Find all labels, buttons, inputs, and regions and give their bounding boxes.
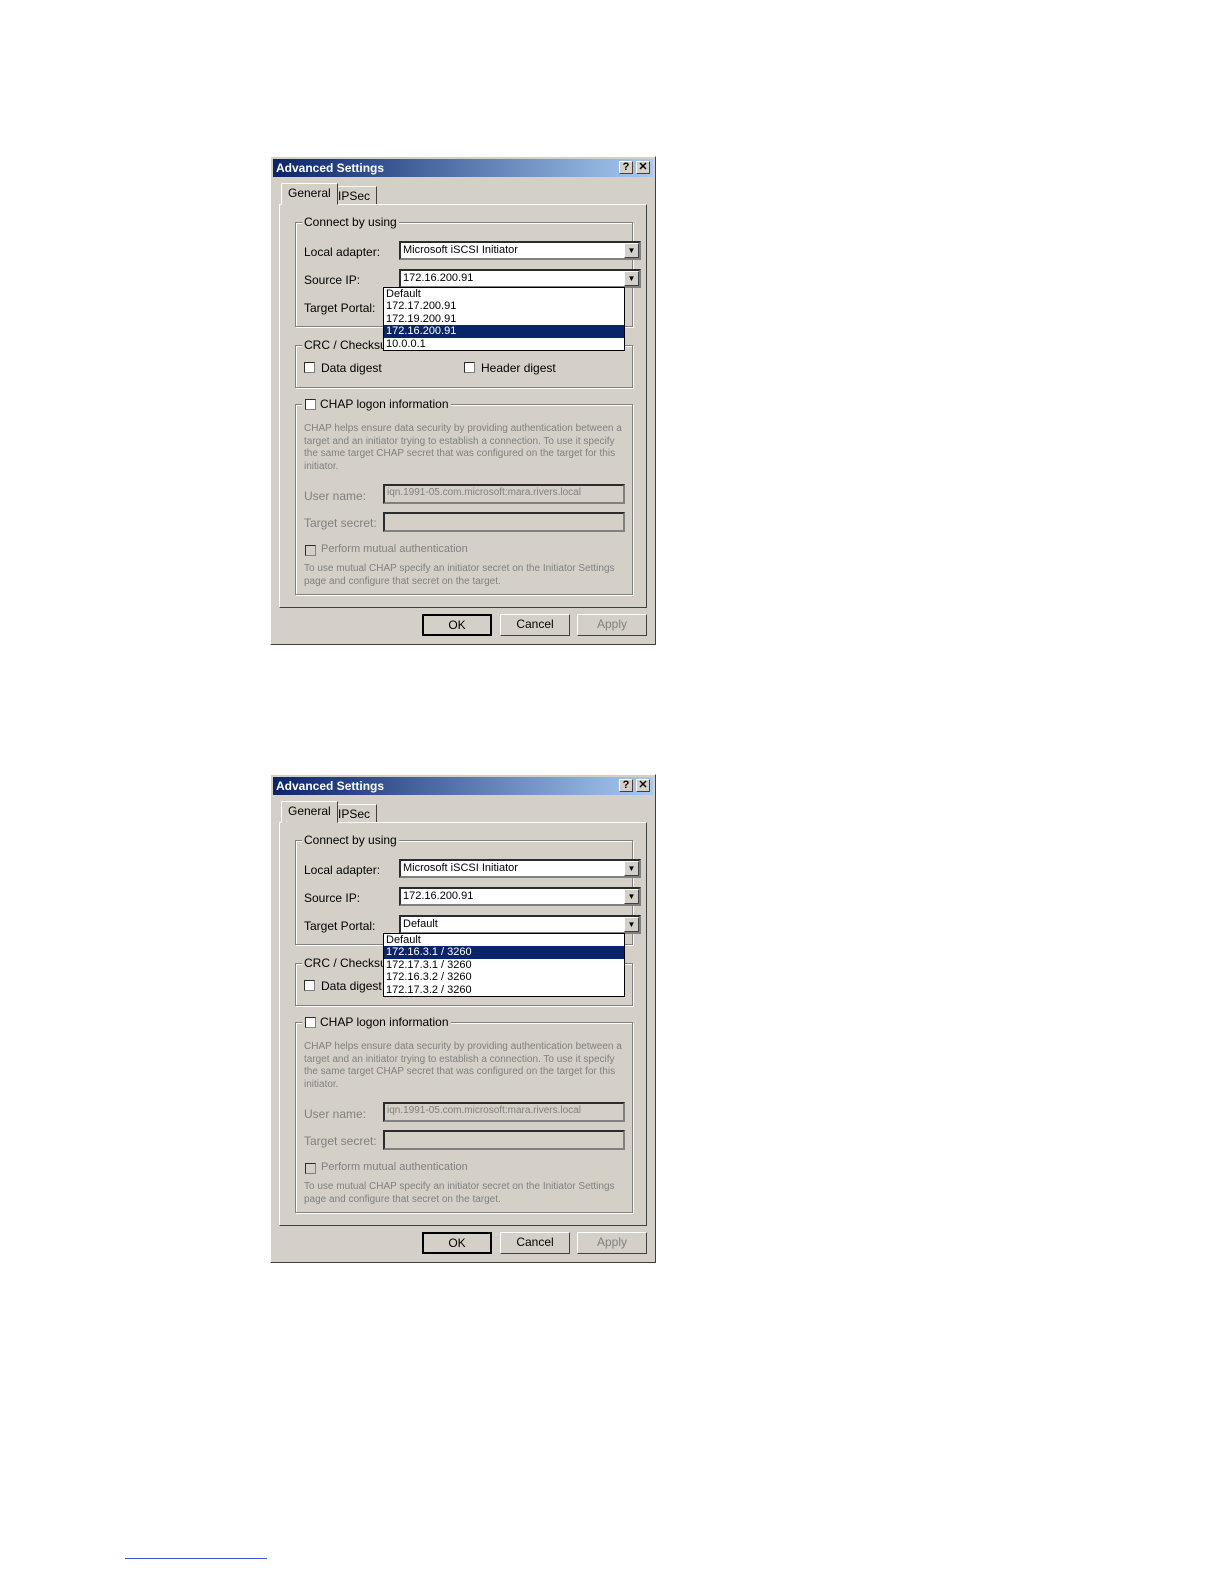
local-adapter-value: Microsoft iSCSI Initiator [403,244,518,256]
mutual-chap-description: To use mutual CHAP specify an initiator … [304,1181,615,1205]
help-button[interactable]: ? [619,161,633,174]
connect-legend: Connect by using [302,215,399,229]
list-item-selected[interactable]: 172.16.200.91 [384,325,624,338]
source-ip-value: 172.16.200.91 [403,272,474,284]
mutual-auth-label: Perform mutual authentication [321,1161,468,1173]
user-name-label: User name: [304,489,367,503]
target-secret-label: Target secret: [304,516,377,530]
help-button[interactable]: ? [619,779,633,792]
list-item[interactable]: 172.19.200.91 [384,313,624,325]
data-digest-label: Data digest [321,361,382,375]
tab-general[interactable]: General [281,801,338,823]
tab-general[interactable]: General [281,183,338,205]
tab-ipsec[interactable]: IPSec [331,186,378,205]
source-ip-label: Source IP: [304,273,361,287]
title-bar: Advanced Settings ? ✕ [273,777,653,795]
local-adapter-select[interactable]: Microsoft iSCSI Initiator ▼ [399,241,641,260]
mutual-chap-description: To use mutual CHAP specify an initiator … [304,563,615,587]
chap-description: CHAP helps ensure data security by provi… [304,423,622,472]
chevron-down-icon[interactable]: ▼ [624,917,639,932]
advanced-settings-dialog-target-portal: Advanced Settings ? ✕ General IPSec Conn… [270,774,656,1263]
chap-legend: CHAP logon information [302,397,451,411]
target-portal-label: Target Portal: [304,919,376,933]
advanced-settings-dialog-source-ip: Advanced Settings ? ✕ General IPSec Conn… [270,156,656,645]
tab-ipsec[interactable]: IPSec [331,804,378,823]
list-item[interactable]: Default [384,288,624,300]
connect-legend: Connect by using [302,833,399,847]
list-item[interactable]: 172.17.200.91 [384,300,624,312]
data-digest-checkbox[interactable] [304,362,315,373]
user-name-field[interactable]: iqn.1991-05.com.microsoft:mara.rivers.lo… [383,484,625,504]
target-portal-value: Default [403,918,438,930]
crc-checksum-group: CRC / Checksum Data digest Header digest [295,338,633,388]
chap-logon-checkbox[interactable] [305,399,316,410]
cancel-button[interactable]: Cancel [500,614,570,636]
header-digest-checkbox[interactable] [464,362,475,373]
connect-by-using-group: Connect by using Local adapter: Microsof… [295,833,641,945]
user-name-label: User name: [304,1107,367,1121]
target-secret-field[interactable] [383,512,625,532]
chap-logon-checkbox[interactable] [305,1017,316,1028]
ok-button[interactable]: OK [422,1232,492,1254]
data-digest-checkbox[interactable] [304,980,315,991]
user-name-field[interactable]: iqn.1991-05.com.microsoft:mara.rivers.lo… [383,1102,625,1122]
cancel-button[interactable]: Cancel [500,1232,570,1254]
list-item[interactable]: Default [384,934,624,946]
general-tab-panel: Connect by using Local adapter: Microsof… [279,822,647,1226]
local-adapter-label: Local adapter: [304,245,381,259]
list-item[interactable]: 172.17.3.2 / 3260 [384,984,624,996]
target-secret-label: Target secret: [304,1134,377,1148]
list-item[interactable]: 172.16.3.2 / 3260 [384,971,624,983]
chap-group: CHAP logon information CHAP helps ensure… [295,1015,633,1213]
chevron-down-icon[interactable]: ▼ [624,271,639,286]
source-ip-select[interactable]: 172.16.200.91 ▼ [399,887,641,906]
data-digest-label: Data digest [321,979,382,993]
target-portal-dropdown-list[interactable]: Default 172.16.3.1 / 3260 172.17.3.1 / 3… [383,933,625,997]
footnote-divider [125,1558,267,1559]
local-adapter-value: Microsoft iSCSI Initiator [403,862,518,874]
general-tab-panel: Connect by using Local adapter: Microsof… [279,204,647,608]
mutual-auth-checkbox[interactable] [305,1163,316,1174]
list-item[interactable]: 172.17.3.1 / 3260 [384,959,624,971]
chevron-down-icon[interactable]: ▼ [624,861,639,876]
target-secret-field[interactable] [383,1130,625,1150]
header-digest-label: Header digest [481,361,556,375]
local-adapter-label: Local adapter: [304,863,381,877]
dialog-title: Advanced Settings [276,779,385,793]
source-ip-dropdown-list[interactable]: Default 172.17.200.91 172.19.200.91 172.… [383,287,625,351]
source-ip-label: Source IP: [304,891,361,905]
ok-button[interactable]: OK [422,614,492,636]
list-item-selected[interactable]: 172.16.3.1 / 3260 [384,946,624,959]
apply-button[interactable]: Apply [577,1232,647,1254]
chevron-down-icon[interactable]: ▼ [624,243,639,258]
dialog-title: Advanced Settings [276,161,385,175]
list-item[interactable]: 10.0.0.1 [384,338,624,350]
chap-description: CHAP helps ensure data security by provi… [304,1041,622,1090]
target-portal-label: Target Portal: [304,301,376,315]
close-button[interactable]: ✕ [636,779,650,792]
chap-legend: CHAP logon information [302,1015,451,1029]
local-adapter-select[interactable]: Microsoft iSCSI Initiator ▼ [399,859,641,878]
source-ip-select[interactable]: 172.16.200.91 ▼ [399,269,641,288]
source-ip-value: 172.16.200.91 [403,890,474,902]
mutual-auth-label: Perform mutual authentication [321,543,468,555]
apply-button[interactable]: Apply [577,614,647,636]
title-bar: Advanced Settings ? ✕ [273,159,653,177]
chap-group: CHAP logon information CHAP helps ensure… [295,397,633,595]
target-portal-select[interactable]: Default ▼ [399,915,641,934]
close-button[interactable]: ✕ [636,161,650,174]
chevron-down-icon[interactable]: ▼ [624,889,639,904]
mutual-auth-checkbox[interactable] [305,545,316,556]
